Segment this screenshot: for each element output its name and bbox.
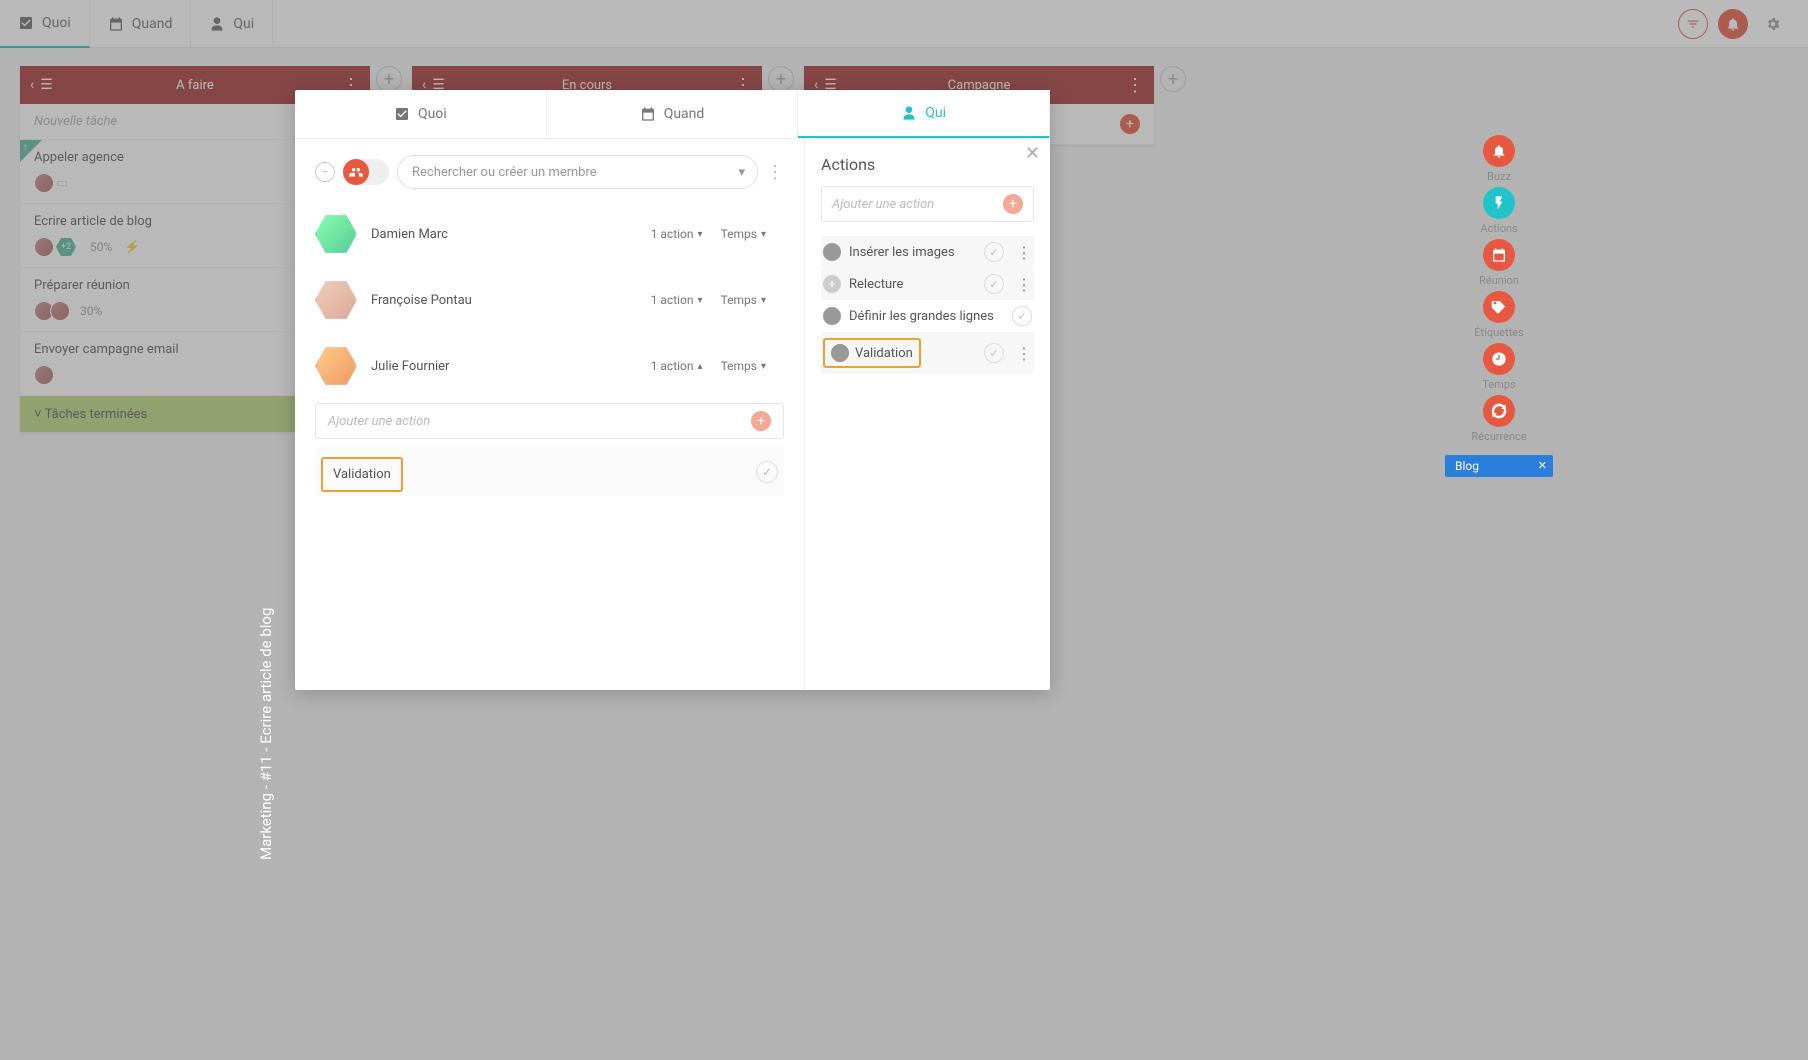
task-modal: Quoi Quand Qui − Rechercher ou créer un … xyxy=(295,90,1050,690)
modal-tab-quoi[interactable]: Quoi xyxy=(295,90,547,138)
rail-actions-button[interactable] xyxy=(1483,187,1515,219)
avatar xyxy=(831,344,849,362)
avatar xyxy=(823,307,841,325)
check-button[interactable]: ✓ xyxy=(756,461,778,483)
check-button[interactable]: ✓ xyxy=(984,242,1004,262)
time-dropdown[interactable]: Temps xyxy=(721,293,766,307)
actions-dropdown[interactable]: 1 action xyxy=(651,227,703,241)
kebab-icon[interactable]: ⋮ xyxy=(1016,344,1032,363)
avatar xyxy=(823,243,841,261)
modal-tab-qui[interactable]: Qui xyxy=(798,90,1050,138)
plus-icon[interactable]: + xyxy=(1003,194,1023,214)
modal-left-panel: − Rechercher ou créer un membre ⋮ Damien… xyxy=(295,139,805,690)
member-toggle[interactable] xyxy=(343,159,389,185)
avatar xyxy=(315,345,357,387)
calendar-icon xyxy=(1491,247,1507,263)
collapse-button[interactable]: − xyxy=(315,162,335,182)
action-item[interactable]: + Relecture ✓ ⋮ xyxy=(821,268,1034,300)
member-row: Françoise Pontau 1 action Temps xyxy=(315,267,784,333)
check-button[interactable]: ✓ xyxy=(1012,306,1032,326)
kebab-icon[interactable]: ⋮ xyxy=(1016,275,1032,294)
bell-icon xyxy=(1491,143,1507,159)
modal-tabs: Quoi Quand Qui xyxy=(295,90,1050,139)
task-breadcrumb: Marketing - #11 - Ecrire article de blog xyxy=(257,608,275,860)
check-button[interactable]: ✓ xyxy=(984,274,1004,294)
people-icon xyxy=(349,165,363,179)
actions-dropdown[interactable]: 1 action xyxy=(651,293,703,307)
rail-labels-button[interactable] xyxy=(1483,291,1515,323)
check-button[interactable]: ✓ xyxy=(984,343,1004,363)
clock-icon xyxy=(1491,351,1507,367)
rail-buzz-button[interactable] xyxy=(1483,135,1515,167)
actions-heading: Actions xyxy=(821,155,1034,174)
action-item[interactable]: Validation ✓ ⋮ xyxy=(821,332,1034,374)
rail-meeting-button[interactable] xyxy=(1483,239,1515,271)
side-rail: Buzz Actions Réunion Étiquettes Temps Ré… xyxy=(1445,135,1553,477)
avatar xyxy=(315,213,357,255)
kebab-icon[interactable]: ⋮ xyxy=(1016,243,1032,262)
time-dropdown[interactable]: Temps xyxy=(721,227,766,241)
actions-dropdown[interactable]: 1 action xyxy=(651,359,703,373)
member-search-input[interactable]: Rechercher ou créer un membre xyxy=(397,155,758,189)
add-assignee-icon[interactable]: + xyxy=(823,275,841,293)
filter-tag[interactable]: Blog✕ xyxy=(1445,455,1553,477)
check-icon xyxy=(394,106,410,122)
bolt-icon xyxy=(1491,195,1507,211)
close-icon[interactable]: ✕ xyxy=(1025,143,1040,164)
member-row: Damien Marc 1 action Temps xyxy=(315,201,784,267)
plus-icon[interactable]: + xyxy=(751,411,771,431)
tag-icon xyxy=(1491,299,1507,315)
sub-action-row: Validation ✓ xyxy=(315,447,784,496)
action-item[interactable]: Définir les grandes lignes ✓ xyxy=(821,300,1034,332)
rail-recurrence-button[interactable] xyxy=(1483,395,1515,427)
time-dropdown[interactable]: Temps xyxy=(721,359,766,373)
calendar-icon xyxy=(640,106,656,122)
member-row: Julie Fournier 1 action Temps xyxy=(315,333,784,399)
action-item[interactable]: Insérer les images ✓ ⋮ xyxy=(821,236,1034,268)
sub-action-item[interactable]: Validation xyxy=(321,457,403,492)
add-action-input[interactable]: Ajouter une action+ xyxy=(821,186,1034,222)
close-icon[interactable]: ✕ xyxy=(1538,459,1547,472)
kebab-icon[interactable]: ⋮ xyxy=(766,162,784,183)
refresh-icon xyxy=(1491,403,1507,419)
modal-right-panel: ✕ Actions Ajouter une action+ Insérer le… xyxy=(805,139,1050,690)
rail-time-button[interactable] xyxy=(1483,343,1515,375)
modal-tab-quand[interactable]: Quand xyxy=(547,90,799,138)
avatar xyxy=(315,279,357,321)
add-action-input[interactable]: Ajouter une action+ xyxy=(315,403,784,439)
person-icon xyxy=(901,105,917,121)
